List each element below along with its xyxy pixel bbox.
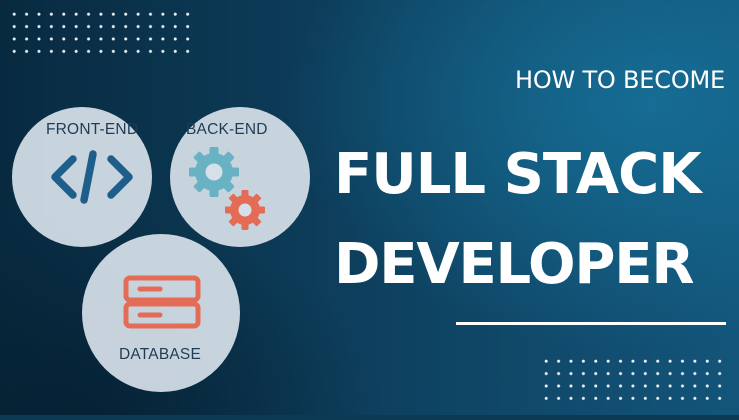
small-gear-icon bbox=[225, 190, 265, 230]
subtitle: HOW TO BECOME bbox=[514, 66, 725, 94]
title-line-2: DEVELOPER bbox=[334, 232, 694, 297]
front-end-label: FRONT-END bbox=[46, 121, 139, 138]
database-label: DATABASE bbox=[119, 346, 201, 363]
title-line-1: FULL STACK bbox=[334, 142, 702, 207]
underline-divider bbox=[456, 322, 726, 325]
large-gear-icon bbox=[189, 147, 239, 197]
back-end-label: BACK-END bbox=[186, 121, 268, 138]
venn-diagram: FRONT-END BACK-END DATABASE bbox=[0, 0, 330, 415]
dot-grid-decoration-bottom-right bbox=[540, 355, 727, 405]
